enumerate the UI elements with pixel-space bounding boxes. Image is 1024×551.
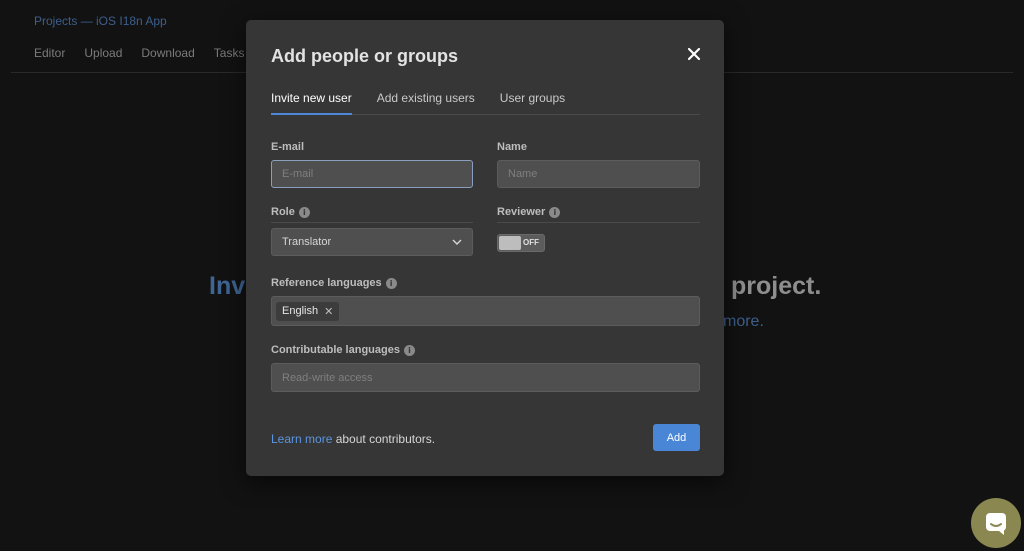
language-chip-english: English ✕ (276, 301, 340, 321)
modal-title: Add people or groups (271, 46, 458, 66)
contributable-languages-label-text: Contributable languages (271, 344, 400, 356)
tab-invite-new-user[interactable]: Invite new user (271, 91, 352, 115)
reviewer-toggle[interactable]: OFF (497, 234, 545, 252)
nav-tasks[interactable]: Tasks (214, 46, 245, 60)
add-button[interactable]: Add (653, 424, 700, 451)
nav-upload[interactable]: Upload (84, 46, 122, 60)
info-icon[interactable]: i (385, 277, 397, 289)
role-label: Role i (271, 206, 310, 218)
email-placeholder: E-mail (282, 168, 314, 180)
reviewer-label: Reviewer i (497, 206, 561, 218)
contributable-languages-placeholder: Read-write access (282, 371, 373, 384)
reference-languages-field[interactable]: English ✕ (271, 296, 700, 326)
learn-more-link[interactable]: Learn more (271, 432, 332, 446)
role-value: Translator (282, 236, 332, 248)
name-field[interactable]: Name (497, 160, 700, 188)
reference-languages-label: Reference languages i (271, 277, 397, 289)
email-field[interactable]: E-mail (271, 160, 473, 188)
contributable-languages-field[interactable]: Read-write access (271, 363, 700, 392)
reference-languages-label-text: Reference languages (271, 277, 382, 289)
close-icon (687, 47, 701, 61)
toggle-knob (499, 236, 521, 250)
toggle-state: OFF (523, 238, 539, 247)
tab-add-existing-users[interactable]: Add existing users (377, 91, 475, 115)
remove-chip-icon[interactable]: ✕ (324, 305, 333, 318)
chat-button[interactable] (971, 498, 1021, 548)
footer-suffix: about contributors. (332, 432, 436, 446)
reviewer-divider (497, 222, 700, 223)
footer-text: Learn more about contributors. (271, 432, 435, 446)
chevron-down-icon (452, 239, 462, 245)
breadcrumb[interactable]: Projects — iOS I18n App (34, 14, 167, 28)
info-icon[interactable]: i (298, 206, 310, 218)
reviewer-label-text: Reviewer (497, 206, 546, 218)
info-icon[interactable]: i (549, 206, 561, 218)
add-people-modal: Add people or groups Invite new user Add… (246, 20, 724, 476)
email-label-text: E-mail (271, 141, 305, 153)
chip-label: English (282, 305, 319, 317)
name-label-text: Name (497, 141, 527, 153)
background-headline-right: project. (731, 272, 822, 300)
role-select[interactable]: Translator (271, 228, 473, 256)
background-learn-more-link[interactable]: more. (723, 313, 764, 331)
background-headline-left: Inv (209, 272, 246, 300)
email-label: E-mail (271, 141, 304, 153)
info-icon[interactable]: i (403, 344, 415, 356)
name-label: Name (497, 141, 527, 153)
nav-download[interactable]: Download (141, 46, 194, 60)
contributable-languages-label: Contributable languages i (271, 344, 415, 356)
chat-icon (986, 513, 1006, 535)
top-nav: Editor Upload Download Tasks (34, 46, 244, 60)
nav-editor[interactable]: Editor (34, 46, 65, 60)
tab-user-groups[interactable]: User groups (500, 91, 565, 115)
tab-bar: Invite new user Add existing users User … (271, 91, 700, 115)
close-button[interactable] (686, 46, 702, 62)
name-placeholder: Name (508, 168, 538, 180)
role-label-text: Role (271, 206, 295, 218)
role-divider (271, 222, 473, 223)
